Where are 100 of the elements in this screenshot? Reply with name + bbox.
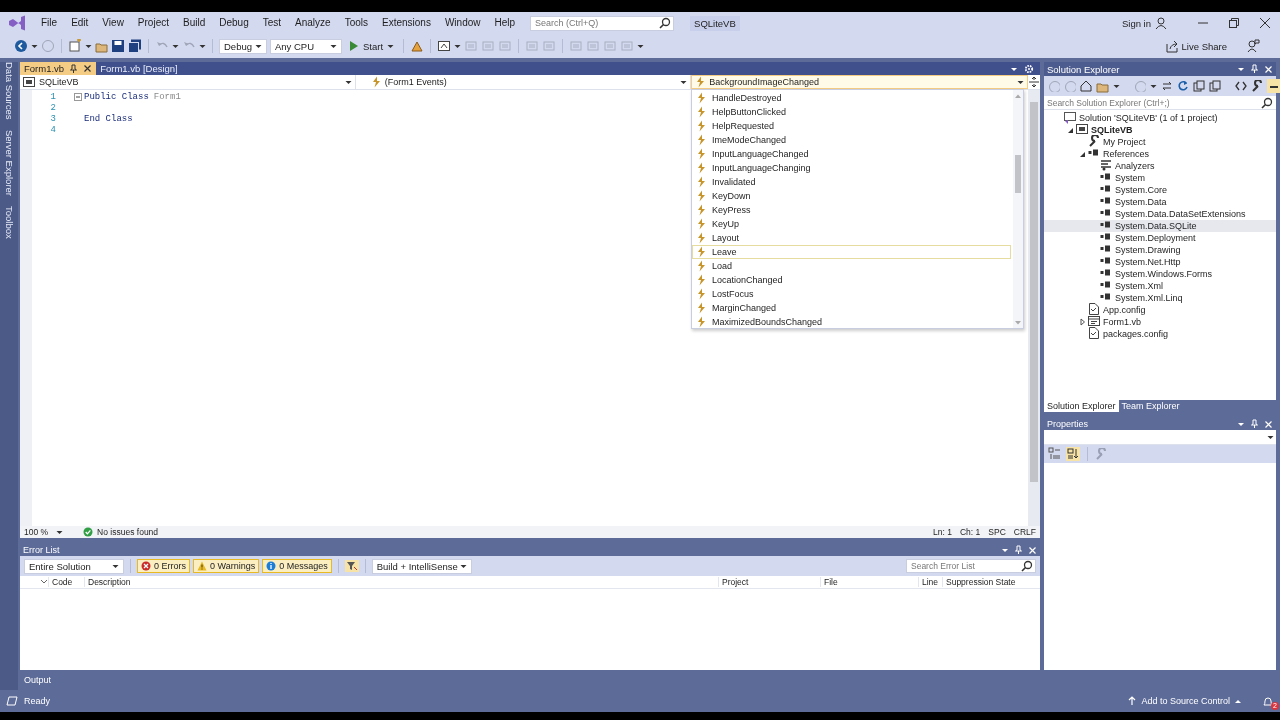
menu-item[interactable]: Test (255, 15, 289, 31)
tree-item[interactable]: Solution 'SQLiteVB' (1 of 1 project) (1044, 112, 1276, 124)
menu-item[interactable]: Analyze (288, 15, 338, 31)
dropdown-item[interactable]: MarginChanged (692, 301, 1011, 315)
caret-icon[interactable] (31, 42, 38, 50)
menu-item[interactable]: Tools (337, 15, 375, 31)
caret-icon[interactable] (172, 42, 179, 50)
panel-tab[interactable]: Team Explorer (1118, 400, 1183, 412)
tree-item[interactable]: System.Net.Http (1044, 256, 1276, 268)
search-icon[interactable] (659, 17, 672, 29)
dropdown-item[interactable]: LostFocus (692, 287, 1011, 301)
dropdown-item[interactable]: Invalidated (692, 175, 1011, 189)
source-control-button[interactable]: Add to Source Control (1127, 696, 1242, 706)
tree-item[interactable]: System.Xml (1044, 280, 1276, 292)
panel-tab[interactable]: Solution Explorer (1044, 400, 1119, 412)
close-icon[interactable] (1264, 419, 1273, 429)
tree-item[interactable]: System (1044, 172, 1276, 184)
live-share-button[interactable]: Live Share (1165, 39, 1227, 53)
tree-item[interactable]: Analyzers (1044, 160, 1276, 172)
tree-item[interactable]: System.Core (1044, 184, 1276, 196)
filter-toggle[interactable]: 0 Errors (137, 559, 190, 573)
caret-icon[interactable] (85, 42, 92, 50)
dropdown-item[interactable]: InputLanguageChanging (692, 161, 1011, 175)
tree-item[interactable]: Form1.vb (1044, 316, 1276, 328)
copy-icon[interactable] (1193, 80, 1205, 92)
document-tab[interactable]: Form1.vb (20, 62, 97, 75)
pin-icon[interactable] (1014, 545, 1023, 555)
pin-icon[interactable] (1250, 64, 1259, 74)
side-tab[interactable]: Toolbox (3, 205, 15, 239)
member-dropdown[interactable]: BackgroundImageChanged (691, 75, 1028, 89)
menu-item[interactable]: Build (176, 15, 213, 31)
column-header[interactable]: File (820, 577, 918, 587)
line-ending[interactable]: CRLF (1013, 527, 1036, 537)
caret-icon[interactable] (199, 42, 206, 50)
search-field[interactable]: Search Error List (906, 559, 1036, 573)
home-icon[interactable] (1080, 80, 1092, 92)
tree-item[interactable]: My Project (1044, 136, 1276, 148)
filter-toggle[interactable]: 0 Warnings (193, 559, 260, 573)
expanded-arrow-icon[interactable] (1078, 150, 1086, 158)
start-button[interactable]: Start (345, 40, 398, 52)
caret-icon[interactable] (637, 42, 645, 50)
menu-item[interactable]: Edit (64, 15, 96, 31)
scrollbar[interactable] (1013, 90, 1023, 328)
dropdown-icon[interactable] (1001, 546, 1009, 554)
tree-item[interactable]: System.Data.DataSetExtensions (1044, 208, 1276, 220)
platform-dropdown[interactable]: Any CPU (270, 38, 342, 54)
dropdown-item[interactable]: Layout (692, 231, 1011, 245)
document-tab[interactable]: Form1.vb [Design] (96, 62, 182, 75)
column-header[interactable]: Suppression State (942, 577, 1040, 587)
dropdown-item[interactable]: KeyUp (692, 217, 1011, 231)
side-tab[interactable]: Server Explorer (3, 129, 15, 196)
save-icon[interactable] (111, 39, 125, 53)
tree-item[interactable]: App.config (1044, 304, 1276, 316)
account-icon[interactable] (1155, 17, 1167, 29)
dropdown-item[interactable]: Load (692, 259, 1011, 273)
caret-icon[interactable] (1150, 82, 1157, 90)
dropdown-item[interactable]: KeyDown (692, 189, 1011, 203)
configuration-dropdown[interactable]: Debug (219, 38, 267, 54)
dropdown-item[interactable]: ImeModeChanged (692, 133, 1011, 147)
tree-item[interactable]: System.Drawing (1044, 244, 1276, 256)
scrollbar[interactable] (1028, 90, 1040, 526)
dropdown-icon[interactable] (1237, 65, 1245, 73)
tree-item[interactable]: System.Windows.Forms (1044, 268, 1276, 280)
tree-item[interactable]: packages.config (1044, 328, 1276, 340)
tree-item[interactable]: System.Data.SQLite (1044, 220, 1276, 232)
dropdown-item[interactable]: LocationChanged (692, 273, 1011, 287)
menu-item[interactable]: View (95, 15, 131, 31)
tree-item[interactable]: System.Xml.Linq (1044, 292, 1276, 304)
alphabetical-icon[interactable] (1066, 447, 1080, 461)
column-header[interactable]: Project (718, 577, 820, 587)
caret-icon[interactable] (56, 528, 64, 536)
menu-item[interactable]: Debug (212, 15, 256, 31)
tree-item[interactable]: System.Deployment (1044, 232, 1276, 244)
feedback-icon[interactable] (1246, 39, 1260, 53)
tree-item[interactable]: SQLiteVB (1044, 124, 1276, 136)
back-icon[interactable] (14, 39, 28, 53)
filter-icon[interactable] (345, 561, 358, 571)
dropdown-item[interactable]: HelpButtonClicked (692, 105, 1011, 119)
search-icon[interactable] (1021, 560, 1033, 572)
collapsed-arrow-icon[interactable] (1078, 318, 1086, 326)
side-tab[interactable]: Data Sources (3, 62, 15, 120)
build-filter-dropdown[interactable]: Build + IntelliSense (371, 558, 472, 574)
menu-item[interactable]: Window (437, 15, 488, 31)
dropdown-item[interactable]: HelpRequested (692, 119, 1011, 133)
close-icon[interactable] (1264, 64, 1273, 74)
settings-icon[interactable] (1024, 63, 1034, 74)
search-field[interactable]: Search (Ctrl+Q) (530, 15, 675, 31)
caret-icon[interactable] (454, 42, 462, 50)
copy-icon[interactable] (1209, 80, 1221, 92)
column-header[interactable]: Code (48, 577, 84, 587)
scope-dropdown[interactable]: Entire Solution (24, 558, 124, 574)
dropdown-item[interactable]: HandleDestroyed (692, 91, 1011, 105)
menu-item[interactable]: Project (130, 15, 176, 31)
column-header[interactable]: Line (918, 577, 942, 587)
pin-icon[interactable] (1250, 419, 1259, 429)
issues-status[interactable]: No issues found (97, 527, 159, 537)
column-header[interactable]: Description (84, 577, 718, 587)
dropdown-item[interactable]: Leave (692, 245, 1011, 259)
preview-icon[interactable] (1267, 79, 1280, 93)
search-icon[interactable] (1261, 97, 1273, 109)
